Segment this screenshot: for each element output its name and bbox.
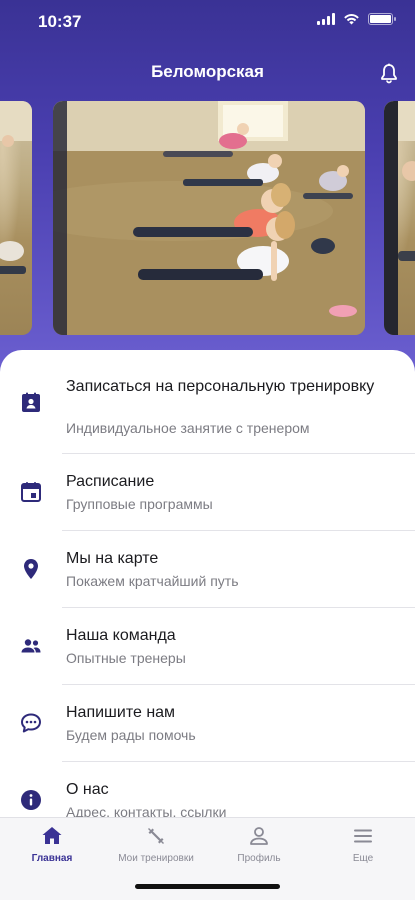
bell-icon[interactable]	[377, 62, 401, 86]
carousel-photo-next[interactable]	[384, 101, 415, 335]
menu-item-schedule[interactable]: Расписание Групповые программы	[0, 454, 415, 531]
chat-icon	[21, 713, 41, 733]
tab-label: Профиль	[237, 853, 281, 864]
menu-item-subtitle: Индивидуальное занятие с тренером	[66, 420, 310, 436]
dumbbell-icon	[148, 828, 164, 844]
home-icon	[42, 827, 62, 844]
carousel-photo-current[interactable]	[53, 101, 365, 335]
carousel-photo-previous[interactable]	[0, 101, 32, 335]
tab-home[interactable]: Главная	[0, 818, 104, 878]
page-title: Беломорская	[151, 62, 264, 81]
menu-item-title: Записаться на персональную тренировку	[66, 378, 375, 395]
menu-item-subtitle: Групповые программы	[66, 496, 213, 512]
tab-label: Еще	[352, 853, 374, 864]
tab-label: Мои тренировки	[118, 853, 194, 864]
menu-item-team[interactable]: Наша команда Опытные тренеры	[0, 608, 415, 685]
battery-icon	[368, 13, 396, 25]
menu-item-title: Мы на карте	[66, 550, 159, 567]
menu-item-personal-training[interactable]: Записаться на персональную тренировку Ин…	[0, 350, 415, 454]
calendar-icon	[21, 482, 41, 502]
menu-item-title: Расписание	[66, 473, 155, 490]
badge-icon	[22, 392, 40, 412]
menu-sheet: Записаться на персональную тренировку Ин…	[0, 350, 415, 820]
menu-item-map[interactable]: Мы на карте Покажем кратчайший путь	[0, 531, 415, 608]
signal-icon	[317, 13, 335, 25]
menu-item-subtitle: Опытные тренеры	[66, 650, 186, 666]
menu-item-subtitle: Покажем кратчайший путь	[66, 573, 239, 589]
menu-item-about[interactable]: О нас Адрес, контакты, ссылки	[0, 762, 415, 820]
menu-item-title: Напишите нам	[66, 704, 176, 721]
tab-profile[interactable]: Профиль	[207, 818, 311, 878]
status-time: 10:37	[38, 12, 82, 31]
menu-item-contact[interactable]: Напишите нам Будем рады помочь	[0, 685, 415, 762]
home-indicator	[135, 884, 280, 889]
menu-item-subtitle: Будем рады помочь	[66, 727, 196, 743]
tab-more[interactable]: Еще	[311, 818, 415, 878]
menu-item-title: Наша команда	[66, 627, 176, 644]
tab-label: Главная	[31, 853, 73, 864]
wifi-icon	[344, 14, 359, 25]
status-bar: 10:37	[0, 0, 415, 44]
people-icon	[21, 639, 41, 653]
tab-my-trainings[interactable]: Мои тренировки	[104, 818, 208, 878]
menu-icon	[354, 829, 372, 843]
photo-carousel[interactable]	[0, 101, 415, 335]
info-icon	[21, 790, 41, 810]
menu-item-title: О нас	[66, 781, 109, 798]
location-pin-icon	[24, 559, 38, 579]
person-icon	[250, 827, 268, 845]
status-icons	[317, 13, 396, 25]
